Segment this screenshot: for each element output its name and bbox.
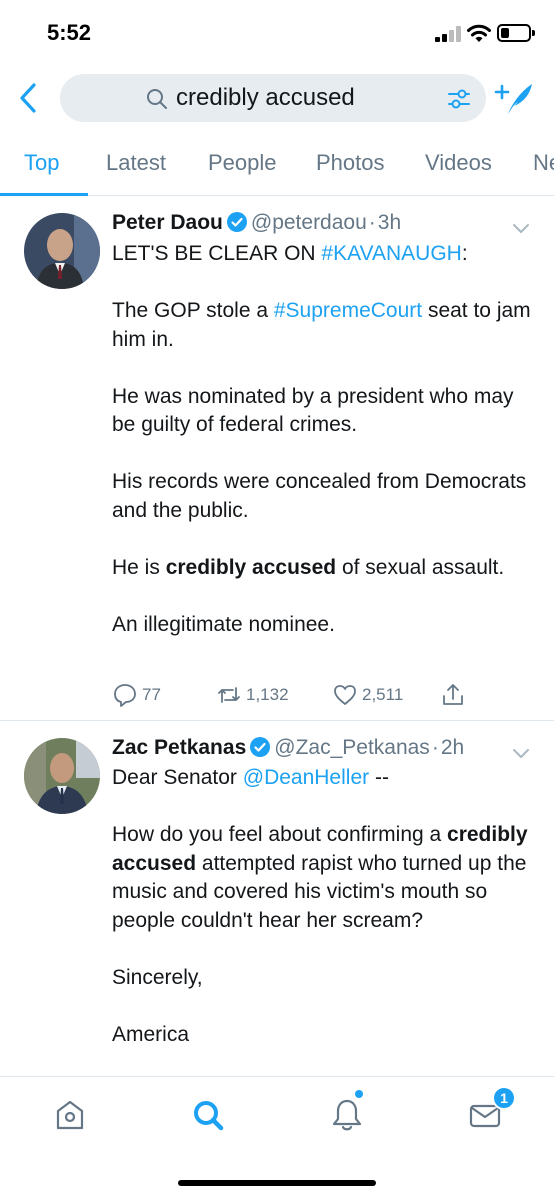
- avatar[interactable]: [24, 213, 100, 289]
- search-tabs: Top Latest People Photos Videos Ne: [0, 134, 554, 196]
- display-name[interactable]: Zac Petkanas: [112, 736, 246, 759]
- paragraph: An illegitimate nominee.: [112, 612, 335, 636]
- display-name[interactable]: Peter Daou: [112, 211, 223, 234]
- highlighted-search-term: credibly accused: [165, 555, 337, 579]
- verified-badge-icon: [226, 212, 247, 232]
- chevron-down-icon[interactable]: [512, 223, 530, 235]
- tweet[interactable]: Zac Petkanas @Zac_Petkanas·2h Dear Senato…: [0, 722, 554, 1076]
- home-icon[interactable]: [52, 1097, 88, 1133]
- text-span: Dear Senator: [112, 766, 243, 789]
- cellular-signal-icon: [435, 26, 463, 42]
- handle: @Zac_Petkanas: [274, 736, 430, 759]
- text-span: How do you feel about confirming a: [112, 823, 448, 846]
- tab-photos[interactable]: Photos: [316, 150, 385, 176]
- separator-dot: ·: [431, 736, 439, 759]
- tab-people[interactable]: People: [208, 150, 277, 176]
- tweet-header: Peter Daou @peterdaou·3h: [112, 211, 401, 235]
- paragraph: America: [112, 1022, 190, 1046]
- timestamp: 3h: [377, 211, 402, 234]
- share-button[interactable]: [440, 681, 466, 709]
- paragraph: His records were concealed from Democrat…: [112, 470, 527, 522]
- retweet-button[interactable]: 1,132: [216, 681, 289, 709]
- like-button[interactable]: 2,511: [332, 681, 403, 709]
- messages-badge: 1: [492, 1086, 516, 1110]
- retweet-icon: [218, 687, 240, 703]
- like-count: 2,511: [362, 685, 404, 704]
- tweet-text: Dear Senator @DeanHeller -- How do you f…: [112, 764, 532, 1049]
- tab-videos[interactable]: Videos: [425, 150, 492, 176]
- timestamp: 2h: [440, 736, 465, 759]
- notification-dot: [355, 1090, 363, 1098]
- separator-dot: ·: [368, 211, 376, 234]
- text-span: LET'S BE CLEAR ON: [112, 242, 322, 265]
- status-bar: 5:52: [0, 0, 554, 66]
- hashtag-link[interactable]: #SupremeCourt: [274, 299, 422, 322]
- compose-tweet-icon[interactable]: [494, 80, 534, 116]
- mention-link[interactable]: @DeanHeller: [243, 766, 369, 789]
- tweet-text: LET'S BE CLEAR ON #KAVANAUGH: The GOP st…: [112, 240, 532, 639]
- share-icon: [443, 684, 463, 705]
- reply-count: 77: [142, 685, 161, 704]
- tab-top[interactable]: Top: [24, 150, 59, 176]
- tweet-actions: 77 1,132 2,511: [112, 681, 492, 709]
- active-tab-indicator: [0, 193, 88, 196]
- tab-news[interactable]: Ne: [533, 150, 554, 176]
- search-filter-icon[interactable]: [446, 86, 472, 112]
- notifications-bell-icon[interactable]: [329, 1097, 365, 1133]
- handle: @peterdaou: [250, 211, 367, 234]
- back-chevron-icon[interactable]: [16, 80, 42, 116]
- home-indicator: [178, 1180, 376, 1186]
- search-icon: [147, 89, 167, 109]
- wifi-icon: [467, 24, 491, 42]
- retweet-count: 1,132: [246, 685, 289, 704]
- text-span: of sexual assault.: [336, 555, 505, 579]
- search-header: credibly accused: [0, 66, 554, 130]
- reply-icon: [114, 684, 136, 707]
- search-input[interactable]: credibly accused: [60, 74, 486, 122]
- tweet[interactable]: Peter Daou @peterdaou·3h LET'S BE CLEAR O…: [0, 197, 554, 720]
- text-span: --: [369, 766, 389, 789]
- search-query: credibly accused: [176, 84, 355, 111]
- hashtag-link[interactable]: #KAVANAUGH: [321, 242, 461, 265]
- search-tab-icon[interactable]: [190, 1097, 226, 1133]
- chevron-down-icon[interactable]: [512, 748, 530, 760]
- text-span: :: [461, 242, 468, 265]
- tab-latest[interactable]: Latest: [106, 150, 166, 176]
- status-time: 5:52: [47, 20, 92, 45]
- tweet-divider: [0, 720, 554, 721]
- text-span: He is: [112, 555, 166, 579]
- battery-icon: [497, 24, 535, 42]
- tweet-header: Zac Petkanas @Zac_Petkanas·2h: [112, 736, 464, 760]
- text-span: The GOP stole a: [112, 299, 274, 322]
- heart-icon: [334, 685, 356, 705]
- paragraph: Sincerely,: [112, 965, 203, 989]
- reply-button[interactable]: 77: [112, 681, 161, 709]
- avatar[interactable]: [24, 738, 100, 814]
- paragraph: He was nominated by a president who may …: [112, 384, 514, 437]
- verified-badge-icon: [250, 737, 271, 757]
